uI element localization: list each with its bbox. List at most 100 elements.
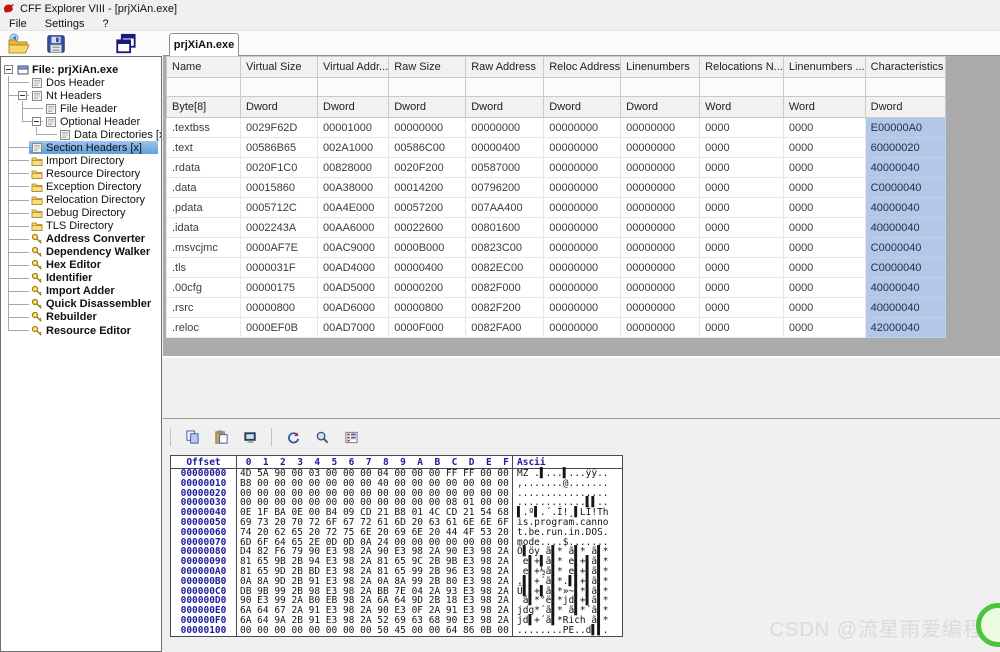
table-cell[interactable]: 00A38000 <box>318 178 389 198</box>
table-cell[interactable]: 00000000 <box>621 138 700 158</box>
tree-item-relocation-directory[interactable]: Relocation Directory <box>29 194 158 207</box>
table-cell[interactable]: 60000020 <box>865 138 945 158</box>
table-cell[interactable]: 00A4E000 <box>318 198 389 218</box>
table-cell[interactable]: 00587000 <box>466 158 544 178</box>
options-grid-icon[interactable] <box>343 429 359 445</box>
table-cell[interactable]: 0082F200 <box>466 298 544 318</box>
table-cell[interactable]: 00000000 <box>466 118 544 138</box>
tree-item-data-directories-x[interactable]: Data Directories [x] <box>57 128 158 141</box>
hex-ascii[interactable]: ........PE..d▌▌. <box>513 626 622 636</box>
table-cell[interactable]: .text <box>167 138 241 158</box>
table-cell[interactable]: 002A1000 <box>318 138 389 158</box>
table-cell[interactable]: C0000040 <box>865 258 945 278</box>
table-cell[interactable]: 0000 <box>783 178 865 198</box>
table-cell[interactable]: 0000B000 <box>389 238 466 258</box>
table-cell[interactable]: 00AA6000 <box>318 218 389 238</box>
hex-row[interactable]: 0000010000 00 00 00 00 00 00 00 50 45 00… <box>171 626 622 636</box>
table-cell[interactable]: 00014200 <box>389 178 466 198</box>
tree-item-exception-directory[interactable]: Exception Directory <box>29 180 158 193</box>
menu-settings[interactable]: Settings <box>36 18 94 30</box>
table-cell[interactable]: 0000 <box>783 298 865 318</box>
table-cell[interactable]: 0000 <box>700 238 784 258</box>
tree-expander-icon[interactable] <box>4 65 13 74</box>
table-cell[interactable]: 0000 <box>783 198 865 218</box>
table-cell[interactable]: 00000000 <box>621 158 700 178</box>
table-cell[interactable]: 00000000 <box>544 318 621 338</box>
tree-item-import-adder[interactable]: Import Adder <box>29 285 158 298</box>
table-cell[interactable]: 007AA400 <box>466 198 544 218</box>
table-cell[interactable]: 40000040 <box>865 198 945 218</box>
table-cell[interactable]: 0082EC00 <box>466 258 544 278</box>
table-cell[interactable]: 0000 <box>783 138 865 158</box>
tree-item-resource-editor[interactable]: Resource Editor <box>29 324 158 337</box>
table-cell[interactable]: 0000 <box>700 218 784 238</box>
table-cell[interactable]: 00000000 <box>621 238 700 258</box>
table-cell[interactable]: 0000 <box>783 218 865 238</box>
tree-item-file-prjxian-exe[interactable]: File: prjXiAn.exe <box>15 63 158 76</box>
table-cell[interactable]: 00000000 <box>544 158 621 178</box>
table-cell[interactable]: 00AD4000 <box>318 258 389 278</box>
copy-icon[interactable] <box>184 429 200 445</box>
table-cell[interactable]: 42000040 <box>865 318 945 338</box>
table-cell[interactable]: 00000000 <box>621 118 700 138</box>
column-header[interactable]: Linenumbers <box>621 57 700 78</box>
table-cell[interactable]: 00000400 <box>466 138 544 158</box>
tree-expander-icon[interactable] <box>32 117 41 126</box>
tree-item-tls-directory[interactable]: TLS Directory <box>29 220 158 233</box>
table-cell[interactable]: 0000 <box>700 278 784 298</box>
table-cell[interactable]: 0000 <box>700 258 784 278</box>
menu-help[interactable]: ? <box>93 18 117 30</box>
column-header[interactable]: Reloc Address <box>544 57 621 78</box>
table-cell[interactable]: 00015860 <box>241 178 318 198</box>
column-header[interactable]: Relocations N... <box>700 57 784 78</box>
tree-expander-icon[interactable] <box>18 91 27 100</box>
table-cell[interactable]: 00000000 <box>621 218 700 238</box>
table-cell[interactable]: 0020F1C0 <box>241 158 318 178</box>
tree-item-dos-header[interactable]: Dos Header <box>29 76 158 89</box>
table-cell[interactable]: 00000000 <box>544 238 621 258</box>
hex-dump-grid[interactable]: Offset 0 1 2 3 4 5 6 7 8 9 A B C D E F A… <box>170 455 623 637</box>
table-cell[interactable]: 0000 <box>700 118 784 138</box>
table-cell[interactable]: 0000 <box>700 138 784 158</box>
column-header[interactable]: Characteristics <box>865 57 945 78</box>
table-cell[interactable]: 00000000 <box>621 278 700 298</box>
table-cell[interactable]: 00AD7000 <box>318 318 389 338</box>
tree-item-nt-headers[interactable]: Nt Headers <box>29 89 158 102</box>
table-cell[interactable]: .msvcjmc <box>167 238 241 258</box>
table-cell[interactable]: 00000000 <box>544 258 621 278</box>
table-cell[interactable]: .reloc <box>167 318 241 338</box>
tree-item-identifier[interactable]: Identifier <box>29 272 158 285</box>
table-cell[interactable]: 0000 <box>700 198 784 218</box>
tree-item-quick-disassembler[interactable]: Quick Disassembler <box>29 298 158 311</box>
tree-item-optional-header[interactable]: Optional Header <box>43 115 158 128</box>
column-header[interactable]: Virtual Addr... <box>318 57 389 78</box>
column-header[interactable]: Raw Address <box>466 57 544 78</box>
column-header[interactable]: Linenumbers ... <box>783 57 865 78</box>
table-cell[interactable]: 00000000 <box>544 218 621 238</box>
menu-file[interactable]: File <box>0 18 36 30</box>
table-cell[interactable]: 0000 <box>700 158 784 178</box>
file-tab[interactable]: prjXiAn.exe <box>169 33 239 56</box>
table-cell[interactable]: 00000800 <box>389 298 466 318</box>
table-cell[interactable]: .rdata <box>167 158 241 178</box>
column-header[interactable]: Raw Size <box>389 57 466 78</box>
table-cell[interactable]: 40000040 <box>865 218 945 238</box>
table-cell[interactable]: 0000 <box>700 298 784 318</box>
search-icon[interactable] <box>314 429 330 445</box>
table-cell[interactable]: .idata <box>167 218 241 238</box>
open-file-icon[interactable] <box>6 31 32 56</box>
table-cell[interactable]: 00000000 <box>544 298 621 318</box>
tree-item-dependency-walker[interactable]: Dependency Walker <box>29 246 158 259</box>
table-cell[interactable]: 00AD6000 <box>318 298 389 318</box>
goto-offset-icon[interactable] <box>242 429 258 445</box>
table-cell[interactable]: 00801600 <box>466 218 544 238</box>
paste-icon[interactable] <box>213 429 229 445</box>
table-cell[interactable]: 0005712C <box>241 198 318 218</box>
table-cell[interactable]: 00022600 <box>389 218 466 238</box>
table-cell[interactable]: 0000 <box>783 118 865 138</box>
table-cell[interactable]: 00000000 <box>544 278 621 298</box>
table-cell[interactable]: 0000 <box>783 258 865 278</box>
table-cell[interactable]: 0002243A <box>241 218 318 238</box>
table-cell[interactable]: 0000F000 <box>389 318 466 338</box>
table-cell[interactable]: 00586C00 <box>389 138 466 158</box>
